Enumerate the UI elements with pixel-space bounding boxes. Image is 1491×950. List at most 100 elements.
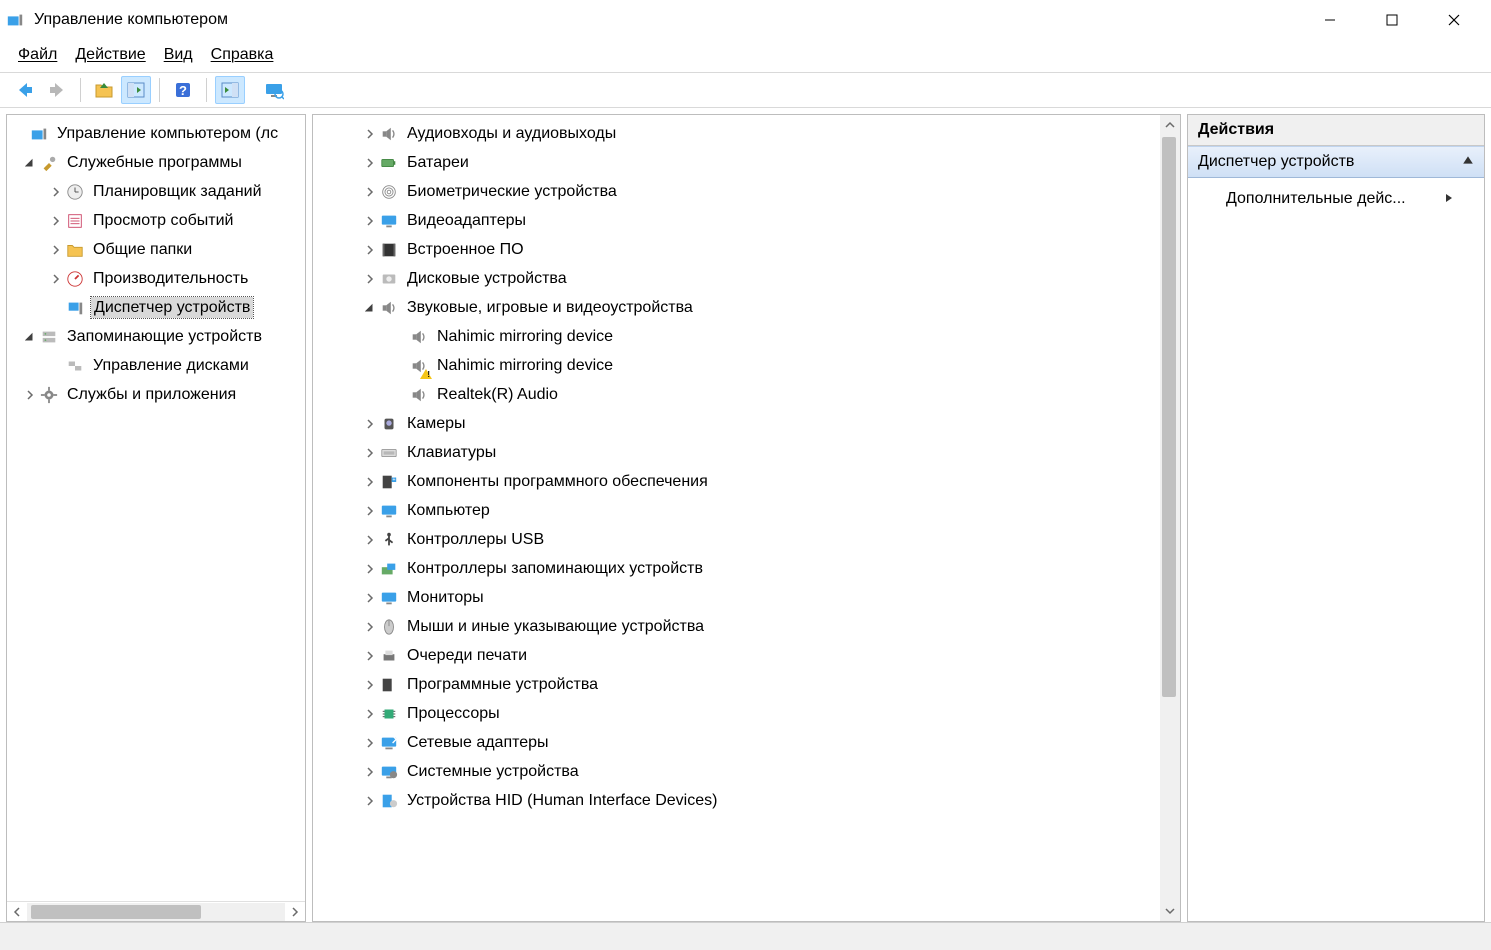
minimize-button[interactable] xyxy=(1299,2,1361,38)
expander-icon[interactable] xyxy=(361,154,379,172)
category-video-adapters[interactable]: Видеоадаптеры xyxy=(313,206,1158,235)
category-audio-io[interactable]: Аудиовходы и аудиовыходы xyxy=(313,119,1158,148)
category-usb-controllers[interactable]: Контроллеры USB xyxy=(313,525,1158,554)
menu-view[interactable]: Вид xyxy=(164,46,193,64)
scrollbar-thumb[interactable] xyxy=(31,905,201,919)
vertical-scrollbar[interactable] xyxy=(1160,115,1180,921)
category-disk-drives[interactable]: Дисковые устройства xyxy=(313,264,1158,293)
scroll-right-icon[interactable] xyxy=(285,902,305,922)
expander-icon[interactable] xyxy=(361,444,379,462)
clock-icon xyxy=(65,182,85,202)
scrollbar-thumb[interactable] xyxy=(1162,137,1176,697)
expander-icon[interactable] xyxy=(361,676,379,694)
expander-icon[interactable] xyxy=(21,386,39,404)
category-software-devices[interactable]: Программные устройства xyxy=(313,670,1158,699)
collapse-icon[interactable] xyxy=(1462,153,1474,171)
console-tree[interactable]: Управление компьютером (лс Служебные про… xyxy=(7,115,305,901)
scrollbar-track[interactable] xyxy=(27,903,285,921)
expander-icon[interactable] xyxy=(361,734,379,752)
category-system-devices[interactable]: Системные устройства xyxy=(313,757,1158,786)
tree-storage[interactable]: Запоминающие устройств xyxy=(7,322,305,351)
speaker-icon xyxy=(379,124,399,144)
expander-icon[interactable] xyxy=(361,415,379,433)
software-device-icon xyxy=(379,675,399,695)
scan-hardware-button[interactable] xyxy=(259,76,289,104)
tree-shared-folders[interactable]: Общие папки xyxy=(7,235,305,264)
expander-icon[interactable] xyxy=(361,531,379,549)
device-tree[interactable]: Аудиовходы и аудиовыходы Батареи Биометр… xyxy=(313,115,1180,921)
actions-title-label: Диспетчер устройств xyxy=(1198,153,1354,171)
cpu-icon xyxy=(379,704,399,724)
expander-icon[interactable] xyxy=(47,212,65,230)
expander-icon[interactable] xyxy=(361,125,379,143)
usb-icon xyxy=(379,530,399,550)
expander-icon[interactable] xyxy=(361,792,379,810)
category-biometric[interactable]: Биометрические устройства xyxy=(313,177,1158,206)
category-computer[interactable]: Компьютер xyxy=(313,496,1158,525)
tree-performance[interactable]: Производительность xyxy=(7,264,305,293)
category-monitors[interactable]: Мониторы xyxy=(313,583,1158,612)
category-mice[interactable]: Мыши и иные указывающие устройства xyxy=(313,612,1158,641)
expander-icon[interactable] xyxy=(361,473,379,491)
category-sound-video-game[interactable]: Звуковые, игровые и видеоустройства xyxy=(313,293,1158,322)
scroll-up-icon[interactable] xyxy=(1160,115,1180,135)
tree-system-tools[interactable]: Служебные программы xyxy=(7,148,305,177)
close-button[interactable] xyxy=(1423,2,1485,38)
expander-icon[interactable] xyxy=(361,241,379,259)
category-network-adapters[interactable]: Сетевые адаптеры xyxy=(313,728,1158,757)
horizontal-scrollbar[interactable] xyxy=(7,901,305,921)
expander-icon[interactable] xyxy=(47,270,65,288)
back-button[interactable] xyxy=(10,76,40,104)
device-nahimic-2[interactable]: Nahimic mirroring device xyxy=(313,351,1158,380)
tree-disk-management[interactable]: Управление дисками xyxy=(7,351,305,380)
scroll-left-icon[interactable] xyxy=(7,902,27,922)
expander-icon[interactable] xyxy=(47,241,65,259)
category-hid[interactable]: Устройства HID (Human Interface Devices) xyxy=(313,786,1158,815)
category-print-queues[interactable]: Очереди печати xyxy=(313,641,1158,670)
category-batteries[interactable]: Батареи xyxy=(313,148,1158,177)
expander-icon[interactable] xyxy=(361,589,379,607)
category-processors[interactable]: Процессоры xyxy=(313,699,1158,728)
expander-icon[interactable] xyxy=(361,299,379,317)
expander-icon[interactable] xyxy=(21,154,39,172)
expander-icon[interactable] xyxy=(361,763,379,781)
expander-icon[interactable] xyxy=(361,212,379,230)
tree-root[interactable]: Управление компьютером (лс xyxy=(7,119,305,148)
device-realtek[interactable]: Realtek(R) Audio xyxy=(313,380,1158,409)
scroll-down-icon[interactable] xyxy=(1160,901,1180,921)
expander-icon[interactable] xyxy=(361,618,379,636)
expander-icon[interactable] xyxy=(361,183,379,201)
category-firmware[interactable]: Встроенное ПО xyxy=(313,235,1158,264)
expander-icon[interactable] xyxy=(361,705,379,723)
device-nahimic-1[interactable]: Nahimic mirroring device xyxy=(313,322,1158,351)
scrollbar-track[interactable] xyxy=(1160,135,1180,901)
svg-text:?: ? xyxy=(179,83,187,98)
category-keyboards[interactable]: Клавиатуры xyxy=(313,438,1158,467)
tree-device-manager[interactable]: Диспетчер устройств xyxy=(7,293,305,322)
tree-label: Дисковые устройства xyxy=(405,268,569,289)
show-actions-pane-button[interactable] xyxy=(215,76,245,104)
help-button[interactable]: ? xyxy=(168,76,198,104)
actions-section-title[interactable]: Диспетчер устройств xyxy=(1188,146,1484,178)
expander-icon[interactable] xyxy=(361,502,379,520)
category-storage-controllers[interactable]: Контроллеры запоминающих устройств xyxy=(313,554,1158,583)
expander-icon[interactable] xyxy=(47,183,65,201)
category-software-components[interactable]: Компоненты программного обеспечения xyxy=(313,467,1158,496)
expander-icon[interactable] xyxy=(21,328,39,346)
forward-button[interactable] xyxy=(42,76,72,104)
expander-icon[interactable] xyxy=(361,270,379,288)
expander-icon[interactable] xyxy=(361,560,379,578)
tree-event-viewer[interactable]: Просмотр событий xyxy=(7,206,305,235)
printer-icon xyxy=(379,646,399,666)
menu-help[interactable]: Справка xyxy=(211,46,274,64)
show-hide-tree-button[interactable] xyxy=(121,76,151,104)
menu-action[interactable]: Действие xyxy=(75,46,145,64)
tree-task-scheduler[interactable]: Планировщик заданий xyxy=(7,177,305,206)
tree-services-apps[interactable]: Службы и приложения xyxy=(7,380,305,409)
up-folder-button[interactable] xyxy=(89,76,119,104)
expander-icon[interactable] xyxy=(361,647,379,665)
maximize-button[interactable] xyxy=(1361,2,1423,38)
more-actions-link[interactable]: Дополнительные дейс... xyxy=(1198,186,1474,212)
menu-file[interactable]: Файл xyxy=(18,46,57,64)
category-cameras[interactable]: Камеры xyxy=(313,409,1158,438)
